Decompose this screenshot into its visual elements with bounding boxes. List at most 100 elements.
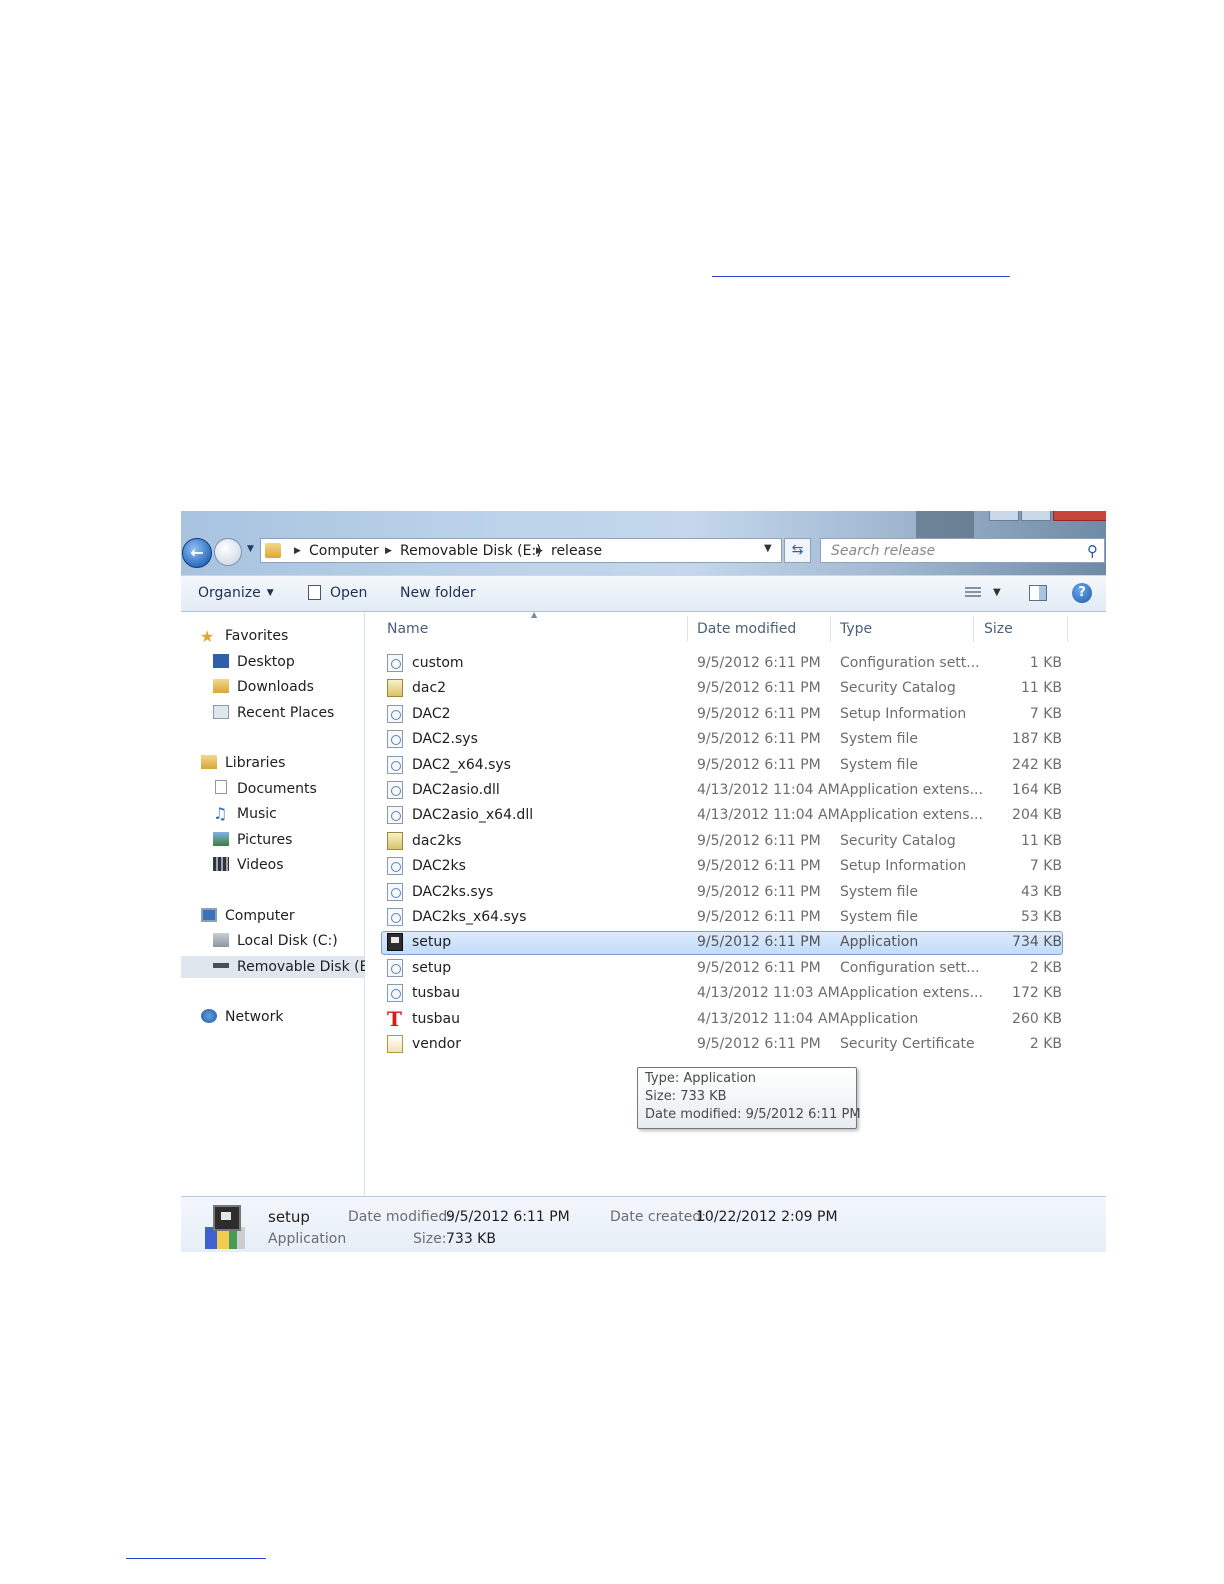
table-row[interactable]: DAC2.sys 9/5/2012 6:11 PM System file 187 K…: [365, 728, 1106, 750]
star-icon: ★: [200, 627, 215, 646]
cfg-file-icon: [387, 654, 403, 672]
column-divider[interactable]: [973, 616, 974, 642]
computer-icon: [201, 908, 217, 922]
organize-button[interactable]: Organize ▼: [198, 584, 274, 602]
title-bar-background: [916, 511, 974, 539]
file-size: 204 KB: [1012, 807, 1062, 823]
nav-computer[interactable]: Computer: [225, 907, 295, 925]
table-row[interactable]: DAC2asio_x64.dll 4/13/2012 11:04 AM Applic…: [365, 804, 1106, 826]
nav-documents[interactable]: Documents: [237, 780, 317, 798]
recent-pages-chevron-icon[interactable]: ▼: [247, 544, 254, 554]
open-button[interactable]: Open: [330, 584, 367, 602]
breadcrumb-chevron-icon[interactable]: ▶: [536, 542, 543, 560]
help-icon[interactable]: ?: [1072, 583, 1092, 603]
nav-removable-disk[interactable]: Removable Disk (E:): [237, 958, 379, 976]
file-date-modified: 9/5/2012 6:11 PM: [697, 909, 821, 925]
nav-desktop[interactable]: Desktop: [237, 653, 295, 671]
file-name: DAC2ks: [412, 858, 466, 874]
nav-music[interactable]: Music: [237, 805, 277, 823]
table-row[interactable]: DAC2ks 9/5/2012 6:11 PM Setup Information 7…: [365, 855, 1106, 877]
file-type: Security Catalog: [840, 833, 956, 849]
breadcrumb-computer[interactable]: Computer: [309, 542, 379, 560]
chevron-down-icon[interactable]: ▼: [993, 587, 1001, 598]
table-row[interactable]: DAC2ks.sys 9/5/2012 6:11 PM System file 43 …: [365, 881, 1106, 903]
column-divider[interactable]: [687, 616, 688, 642]
file-date-modified: 4/13/2012 11:03 AM: [697, 985, 840, 1001]
table-row[interactable]: dac2 9/5/2012 6:11 PM Security Catalog 11 K…: [365, 677, 1106, 699]
document-link-underline[interactable]: [712, 276, 1010, 277]
file-date-modified: 9/5/2012 6:11 PM: [697, 858, 821, 874]
new-folder-button[interactable]: New folder: [400, 584, 476, 602]
details-file-name: setup: [268, 1208, 310, 1226]
file-size: 1 KB: [1029, 655, 1062, 671]
close-button[interactable]: [1053, 511, 1106, 521]
file-name: dac2: [412, 680, 447, 696]
inf-file-icon: [387, 705, 403, 723]
file-type: Application extens...: [840, 807, 983, 823]
column-header-size[interactable]: Size: [984, 620, 1013, 638]
breadcrumb-release[interactable]: release: [551, 542, 602, 560]
title-bar: ← ▼ ▶ Computer ▶ Removable Disk (E:) ▶ r…: [181, 511, 1106, 575]
sys-file-icon: [387, 908, 403, 926]
file-type: Security Certificate: [840, 1036, 975, 1052]
table-row[interactable]: DAC2ks_x64.sys 9/5/2012 6:11 PM System fil…: [365, 906, 1106, 928]
breadcrumb-chevron-icon[interactable]: ▶: [385, 542, 392, 560]
file-date-modified: 9/5/2012 6:11 PM: [697, 884, 821, 900]
file-name: setup: [412, 960, 452, 976]
nav-recent-places[interactable]: Recent Places: [237, 704, 334, 722]
breadcrumb-removable-disk[interactable]: Removable Disk (E:): [400, 542, 542, 560]
nav-local-disk[interactable]: Local Disk (C:): [237, 932, 338, 950]
file-size: 7 KB: [1029, 858, 1062, 874]
maximize-button[interactable]: [1021, 511, 1051, 521]
file-size: 11 KB: [1020, 680, 1062, 696]
column-header-type[interactable]: Type: [840, 620, 872, 638]
search-input[interactable]: Search release ⚲: [820, 538, 1105, 563]
column-header-name[interactable]: Name: [387, 620, 428, 638]
minimize-button[interactable]: [989, 511, 1019, 521]
file-size: 187 KB: [1012, 731, 1062, 747]
table-row[interactable]: tusbau 4/13/2012 11:04 AMApplication 260 K…: [365, 1007, 1106, 1031]
nav-videos[interactable]: Videos: [237, 856, 284, 874]
column-divider[interactable]: [1067, 616, 1068, 642]
change-view-icon[interactable]: [965, 587, 981, 599]
preview-pane-icon[interactable]: [1029, 585, 1047, 601]
column-header-date-modified[interactable]: Date modified: [697, 620, 796, 638]
nav-pictures[interactable]: Pictures: [237, 831, 292, 849]
file-type: Configuration sett...: [840, 655, 980, 671]
back-button[interactable]: ←: [182, 538, 212, 568]
refresh-button[interactable]: ⇆: [784, 538, 811, 563]
details-size: 733 KB: [446, 1231, 496, 1247]
details-date-modified-label: Date modified:: [348, 1209, 452, 1225]
table-row[interactable]: tusbau 4/13/2012 11:03 AM Application exte…: [365, 982, 1106, 1004]
nav-downloads[interactable]: Downloads: [237, 678, 314, 696]
breadcrumb-chevron-icon[interactable]: ▶: [294, 542, 301, 560]
documents-icon: [215, 780, 227, 794]
table-row[interactable]: DAC2_x64.sys 9/5/2012 6:11 PM System file 2…: [365, 754, 1106, 776]
application-icon: [199, 1201, 251, 1251]
table-row[interactable]: dac2ks 9/5/2012 6:11 PM Security Catalog 11…: [365, 830, 1106, 852]
file-date-modified: 9/5/2012 6:11 PM: [697, 833, 821, 849]
sys-file-icon: [387, 883, 403, 901]
table-row[interactable]: DAC2asio.dll 4/13/2012 11:04 AM Applicatio…: [365, 779, 1106, 801]
nav-network[interactable]: Network: [225, 1008, 283, 1026]
table-row[interactable]: vendor 9/5/2012 6:11 PM Security Certifica…: [365, 1033, 1106, 1055]
file-date-modified: 9/5/2012 6:11 PM: [697, 706, 821, 722]
column-divider[interactable]: [830, 616, 831, 642]
document-footnote-link-underline[interactable]: [126, 1558, 266, 1559]
file-size: 11 KB: [1020, 833, 1062, 849]
nav-favorites[interactable]: Favorites: [225, 627, 288, 645]
table-row[interactable]: setup 9/5/2012 6:11 PM Application 734 KB: [365, 931, 1106, 955]
address-bar[interactable]: ▶ Computer ▶ Removable Disk (E:) ▶ relea…: [260, 538, 782, 563]
music-icon: ♫: [213, 804, 228, 823]
dll-file-icon: [387, 984, 403, 1002]
nav-libraries[interactable]: Libraries: [225, 754, 285, 772]
table-row[interactable]: DAC2 9/5/2012 6:11 PM Setup Information 7 K…: [365, 703, 1106, 725]
catalog-file-icon: [387, 832, 403, 850]
table-row[interactable]: custom 9/5/2012 6:11 PM Configuration sett…: [365, 652, 1106, 674]
redt-file-icon: [387, 1007, 403, 1031]
search-icon[interactable]: ⚲: [1087, 542, 1098, 560]
table-row[interactable]: setup 9/5/2012 6:11 PM Configuration sett.…: [365, 957, 1106, 979]
sort-ascending-icon: ▲: [531, 610, 538, 619]
address-dropdown-icon[interactable]: ▼: [764, 543, 772, 554]
forward-button[interactable]: [214, 538, 242, 566]
